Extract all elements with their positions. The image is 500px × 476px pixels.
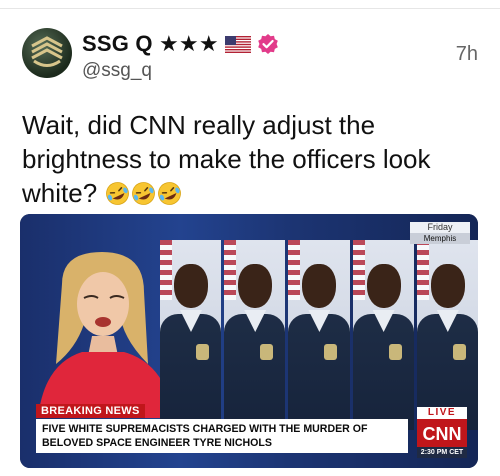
broadcast-clock: 2:30 PM CET [417,447,467,458]
officer-photo [288,240,350,430]
cnn-logo: CNN [417,419,467,447]
rolling-on-floor-laughing-icon [131,180,156,205]
officer-photo-row [160,240,478,430]
dateline: Friday Memphis [410,222,470,244]
officer-photo [160,240,222,430]
officer-photo [416,240,478,430]
post-timestamp[interactable]: 7h [456,43,478,66]
avatar[interactable] [22,28,72,78]
us-flag-icon [224,35,251,53]
author-display-name[interactable]: SSG Q ★★★ [82,31,219,57]
live-label: LIVE [417,407,467,419]
breaking-news-label: BREAKING NEWS [36,404,145,418]
author-handle[interactable]: @ssg_q [82,60,152,82]
tweet-post[interactable]: SSG Q ★★★ @ssg_q 7h Wait, did CNN really… [0,0,500,476]
tweet-text: Wait, did CNN really adjust the brightne… [22,108,482,210]
headline-chyron: FIVE WHITE SUPREMACISTS CHARGED WITH THE… [36,419,408,453]
author-name-row[interactable]: SSG Q ★★★ [82,30,279,58]
dateline-day: Friday [410,222,470,233]
cnn-logo-text: CNN [423,424,462,444]
officer-photo [224,240,286,430]
sergeant-insignia-icon [31,36,63,67]
rolling-on-floor-laughing-icon [105,180,130,205]
tweet-body: Wait, did CNN really adjust the brightne… [22,110,431,208]
dateline-city: Memphis [410,233,470,244]
rolling-on-floor-laughing-icon [157,180,182,205]
media-image[interactable]: Friday Memphis BREAKING NEWS FIVE WHITE … [20,214,478,468]
verified-icon [257,33,279,55]
news-anchor-figure [32,244,180,418]
officer-photo [352,240,414,430]
headline-text: FIVE WHITE SUPREMACISTS CHARGED WITH THE… [42,423,368,449]
